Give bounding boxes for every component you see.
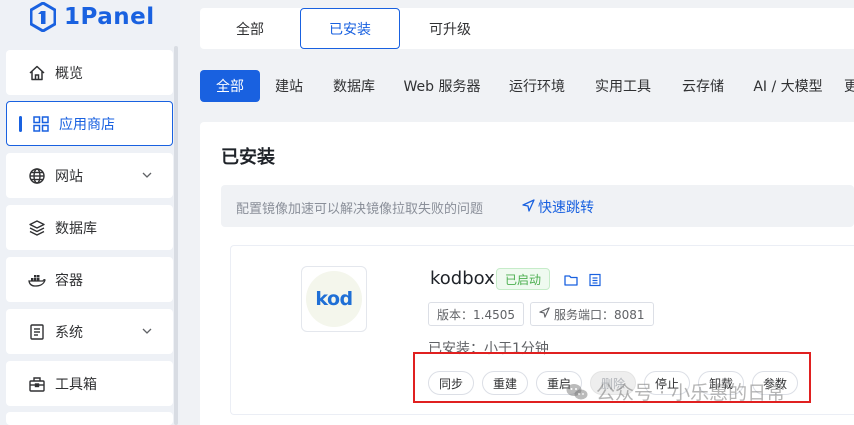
port-text: 服务端口：8081 (554, 307, 645, 322)
watermark-text: 公众号 · 小乐惠的日常 (596, 382, 786, 404)
app-name: kodbox (430, 268, 495, 289)
sidebar-item-label: 容器 (55, 272, 83, 289)
chevron-down-icon[interactable] (141, 325, 153, 337)
status-badge: 已启动 (496, 268, 551, 290)
send-icon (522, 198, 535, 216)
sidebar-item-label: 网站 (55, 168, 83, 185)
sidebar-item-label: 系统 (55, 324, 83, 341)
category-web-server[interactable]: Web 服务器 (398, 70, 486, 102)
toolbox-icon (28, 375, 46, 393)
chevron-down-icon[interactable] (141, 169, 153, 181)
quick-jump-label: 快速跳转 (538, 200, 594, 216)
category-cloud-storage[interactable]: 云存储 (674, 70, 732, 102)
sidebar-item-label: 数据库 (55, 220, 97, 237)
home-icon (28, 64, 46, 82)
sidebar-item-toolbox[interactable]: 工具箱 (6, 361, 173, 406)
logo[interactable]: 1Panel (29, 0, 155, 34)
logo-icon (29, 1, 57, 33)
sidebar-item-container[interactable]: 容器 (6, 257, 173, 302)
version-text: 版本：1.4505 (437, 307, 515, 322)
globe-icon (28, 167, 46, 185)
category-runtime[interactable]: 运行环境 (502, 70, 572, 102)
top-tab-bar: 全部 已安装 可升级 (200, 8, 854, 49)
quick-jump-link[interactable]: 快速跳转 (522, 197, 594, 217)
category-database[interactable]: 数据库 (326, 70, 382, 102)
version-tag: 版本：1.4505 (428, 302, 524, 326)
port-tag[interactable]: 服务端口：8081 (530, 302, 654, 326)
category-all[interactable]: 全部 (200, 70, 260, 102)
sidebar-item-label: 应用商店 (59, 116, 115, 133)
sidebar-item-website[interactable]: 网站 (6, 153, 173, 198)
tab-all[interactable]: 全部 (220, 8, 280, 49)
wechat-icon (566, 382, 588, 402)
docker-icon (28, 271, 46, 289)
section-title: 已安装 (221, 147, 275, 168)
folder-icon[interactable] (564, 272, 578, 286)
tab-installed[interactable]: 已安装 (300, 8, 400, 49)
sidebar-scrollbar[interactable] (174, 46, 178, 425)
category-website[interactable]: 建站 (268, 70, 310, 102)
category-more[interactable]: 更 (844, 70, 854, 102)
grid-icon (32, 115, 50, 133)
notes-icon[interactable] (588, 272, 602, 287)
send-icon (539, 307, 550, 321)
sidebar-item-database[interactable]: 数据库 (6, 205, 173, 250)
kod-logo: kod (306, 271, 362, 327)
sidebar-item-overview[interactable]: 概览 (6, 50, 173, 95)
sidebar-item-system[interactable]: 系统 (6, 309, 173, 354)
sidebar-item-partial[interactable] (6, 412, 173, 425)
sidebar: 1Panel 概览 应用商店 网站 数据库 容器 系统 工具箱 (0, 0, 180, 425)
sidebar-item-app-store[interactable]: 应用商店 (6, 101, 173, 146)
document-icon (28, 323, 46, 341)
sidebar-item-label: 概览 (55, 65, 83, 82)
sidebar-item-label: 工具箱 (55, 376, 97, 393)
category-ai[interactable]: AI / 大模型 (748, 70, 828, 102)
app-icon[interactable]: kod (301, 266, 367, 332)
notice-text: 配置镜像加速可以解决镜像拉取失败的问题 (236, 202, 484, 217)
layers-icon (28, 219, 46, 237)
watermark: 公众号 · 小乐惠的日常 (566, 378, 785, 405)
category-tools[interactable]: 实用工具 (588, 70, 658, 102)
logo-text: 1Panel (64, 4, 155, 30)
tab-upgradable[interactable]: 可升级 (420, 8, 480, 49)
